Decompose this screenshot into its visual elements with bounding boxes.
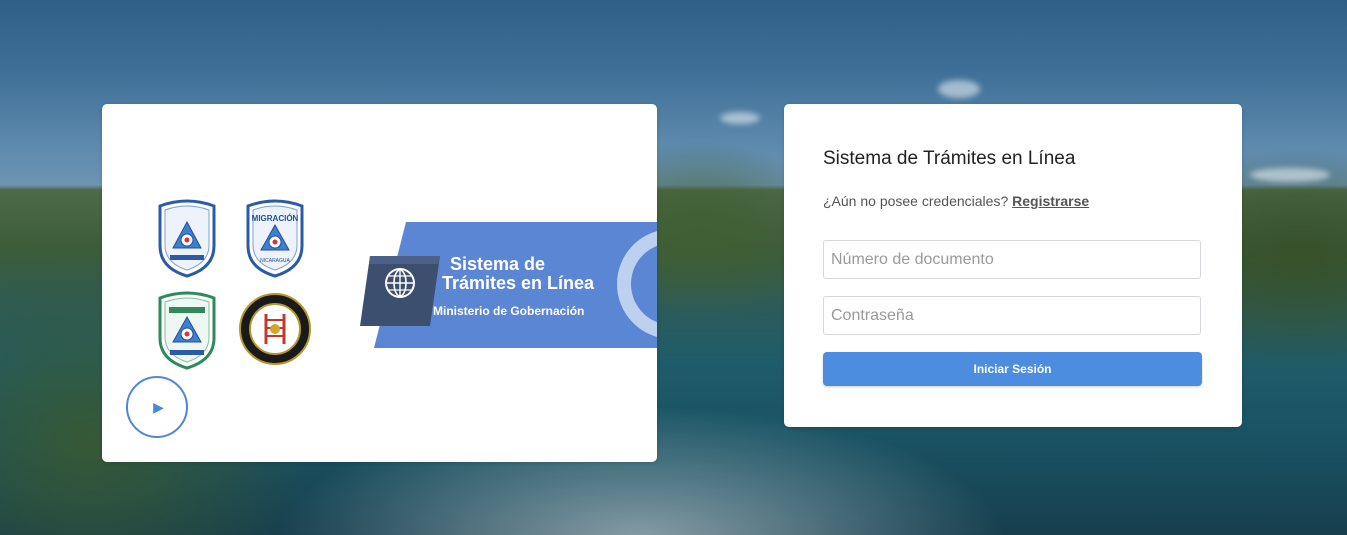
play-icon: ▶	[153, 398, 164, 415]
globe-icon	[385, 268, 415, 298]
badge-nicaragua-label: NICARAGUA	[260, 258, 290, 264]
sistema-penitenciario-badge	[158, 291, 216, 370]
brand-panel: MIGRACIÓN NICARAGUA ▶ Sistema de Trámite…	[102, 104, 657, 462]
document-number-input[interactable]	[823, 240, 1201, 279]
badge-migracion-label: MIGRACIÓN	[252, 214, 299, 223]
play-video-button[interactable]: ▶	[126, 376, 188, 438]
background-cloud	[720, 112, 760, 124]
register-prompt: ¿Aún no posee credenciales?	[823, 193, 1009, 209]
login-card: Sistema de Trámites en Línea ¿Aún no pos…	[784, 104, 1242, 427]
login-button[interactable]: Iniciar Sesión	[823, 352, 1202, 386]
banner-title-line1: Sistema de	[450, 254, 546, 274]
migracion-badge: MIGRACIÓN NICARAGUA	[246, 199, 304, 278]
background-cloud	[1250, 168, 1330, 182]
banner-title: Sistema de Trámites en Línea	[420, 255, 620, 293]
login-title: Sistema de Trámites en Línea	[823, 148, 1076, 169]
bomberos-seal	[239, 293, 311, 365]
banner-title-line2: Trámites en Línea	[442, 273, 595, 293]
background-cloud	[938, 80, 980, 98]
register-link[interactable]: Registrarse	[1012, 193, 1089, 209]
banner-subtitle: Ministerio de Gobernación	[433, 304, 585, 318]
ministerio-gobernacion-badge	[158, 199, 216, 278]
register-line: ¿Aún no posee credenciales? Registrarse	[823, 193, 1089, 209]
password-input[interactable]	[823, 296, 1201, 335]
